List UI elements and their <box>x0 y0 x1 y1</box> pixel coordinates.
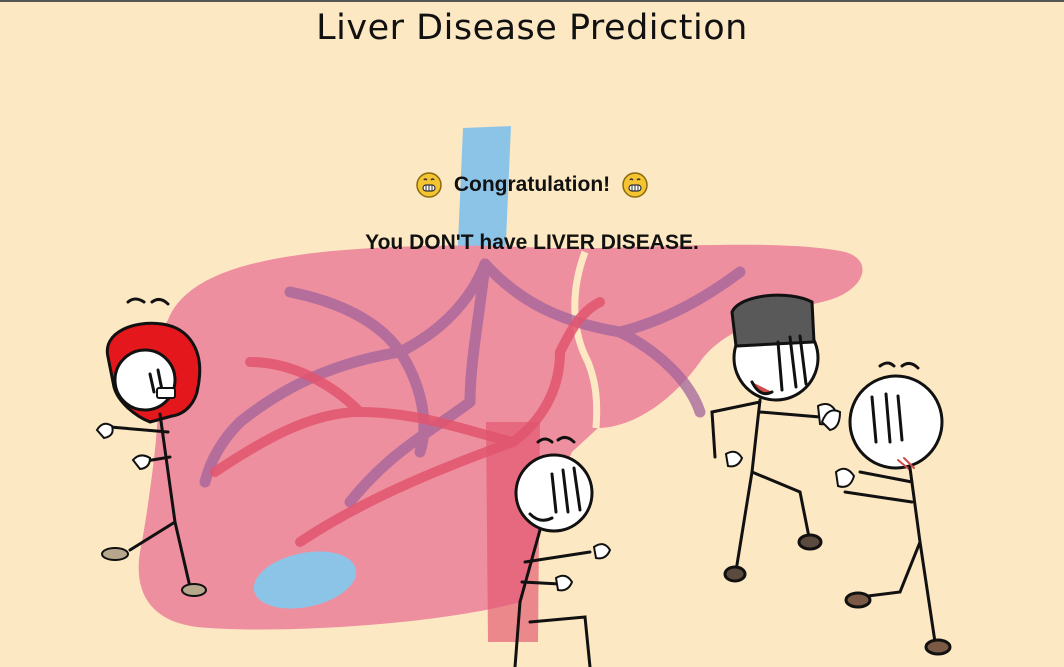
grinning-face-icon <box>416 172 442 198</box>
page-title: Liver Disease Prediction <box>316 8 748 48</box>
result-headline: Congratulation! <box>0 172 1064 198</box>
liver-celebration-illustration <box>95 126 952 667</box>
portal-vein <box>486 422 540 642</box>
congratulation-text: Congratulation! <box>453 173 611 196</box>
grinning-face-icon <box>622 172 648 198</box>
prediction-message: You DON'T have LIVER DISEASE. <box>365 231 699 254</box>
right-character <box>820 361 952 656</box>
result-page: Liver Disease Prediction Congratulation!… <box>0 0 1064 667</box>
hat-character <box>710 293 838 583</box>
